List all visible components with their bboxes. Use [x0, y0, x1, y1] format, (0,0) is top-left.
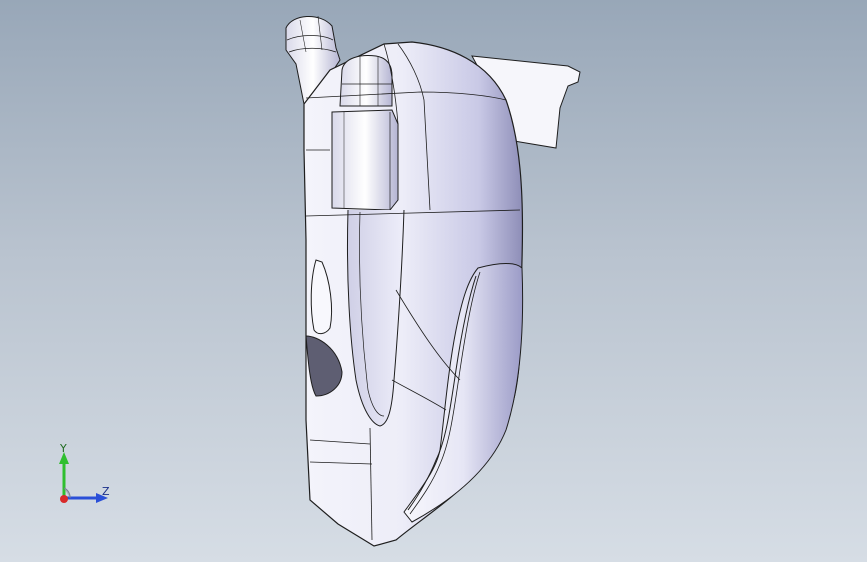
z-axis-label: Z: [102, 485, 110, 498]
mid-block: [331, 109, 399, 211]
graphics-viewport[interactable]: Y Z: [0, 0, 867, 562]
coordinate-triad: Y Z: [50, 440, 120, 510]
3d-part-model[interactable]: [0, 0, 867, 562]
top-cap: [339, 55, 393, 107]
y-axis-label: Y: [60, 442, 67, 455]
